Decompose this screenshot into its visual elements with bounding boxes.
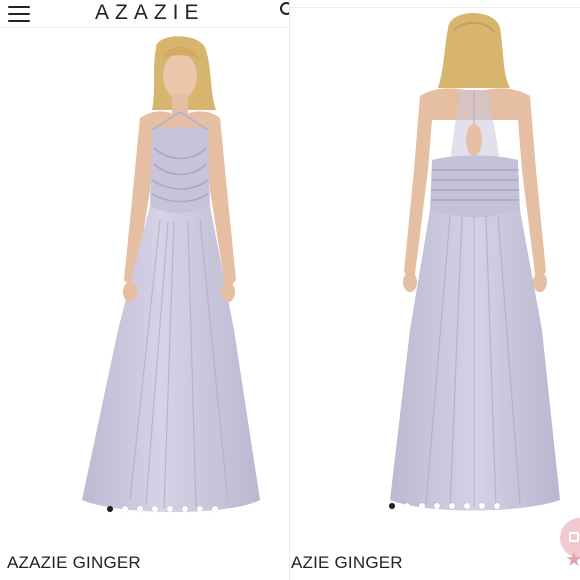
carousel-dot[interactable] <box>122 506 128 512</box>
header-edge <box>290 7 580 8</box>
image-carousel-dots <box>389 503 500 509</box>
carousel-dot[interactable] <box>419 503 425 509</box>
carousel-dot[interactable] <box>107 506 113 512</box>
hamburger-icon[interactable] <box>8 6 30 22</box>
carousel-dot[interactable] <box>197 506 203 512</box>
carousel-dot[interactable] <box>152 506 158 512</box>
carousel-dot[interactable] <box>167 506 173 512</box>
product-image-front[interactable] <box>60 30 280 520</box>
brand-logo[interactable]: AZAZIE <box>95 1 205 25</box>
product-panel-front: AZAZIE AZAZIE GINGER <box>0 0 290 580</box>
product-panel-back: AZIE GINGER <box>290 0 580 580</box>
image-carousel-dots <box>107 506 218 512</box>
carousel-dot[interactable] <box>212 506 218 512</box>
product-title: AZIE GINGER <box>291 553 403 572</box>
product-title: AZAZIE GINGER <box>7 553 141 572</box>
carousel-dot[interactable] <box>182 506 188 512</box>
carousel-dot[interactable] <box>494 503 500 509</box>
carousel-dot[interactable] <box>449 503 455 509</box>
carousel-dot[interactable] <box>404 503 410 509</box>
carousel-dot[interactable] <box>389 503 395 509</box>
product-image-back[interactable] <box>370 10 580 515</box>
carousel-dot[interactable] <box>137 506 143 512</box>
app-header: AZAZIE <box>0 0 290 28</box>
star-icon[interactable]: ★ <box>565 550 580 570</box>
carousel-dot[interactable] <box>464 503 470 509</box>
carousel-dot[interactable] <box>434 503 440 509</box>
carousel-dot[interactable] <box>479 503 485 509</box>
